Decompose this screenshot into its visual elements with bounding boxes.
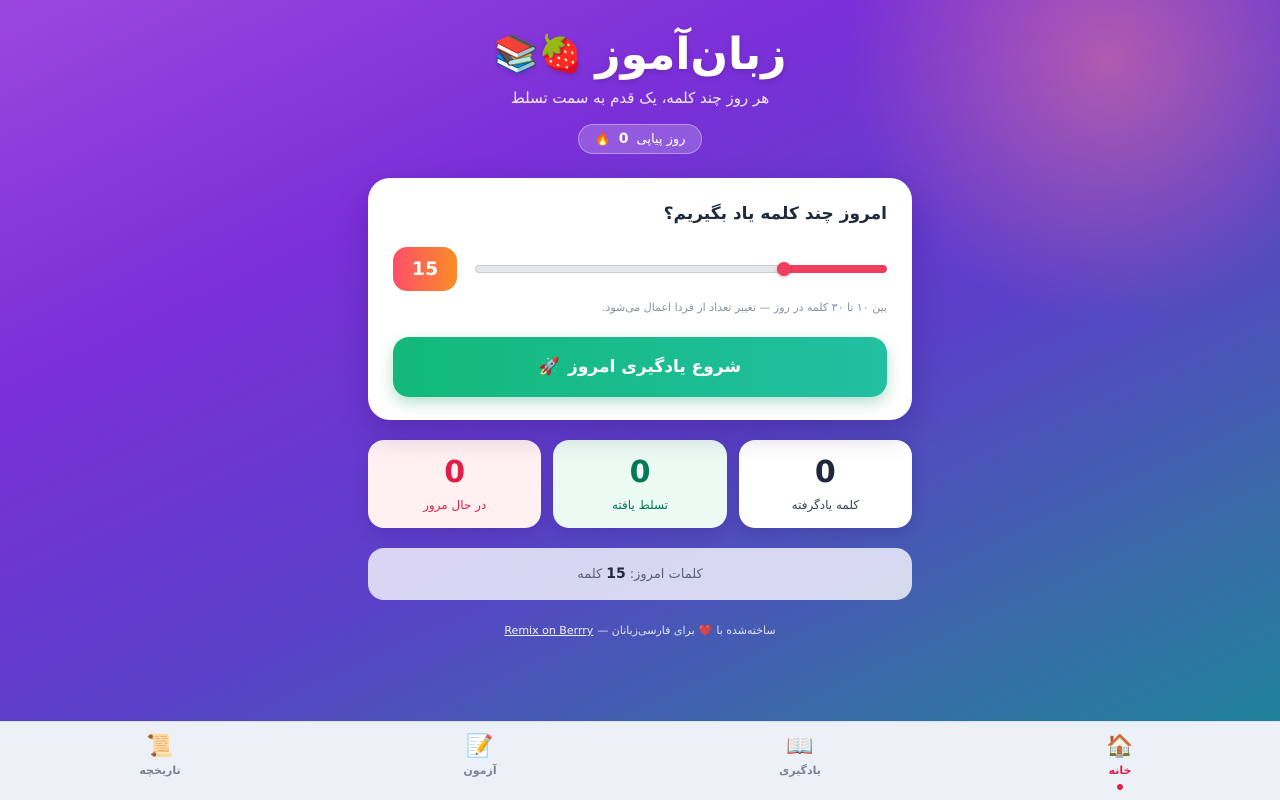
nav-item-learn[interactable]: 📖 یادگیری bbox=[640, 722, 960, 800]
start-learning-label: شروع یادگیری امروز bbox=[568, 357, 742, 377]
word-count-badge: 15 bbox=[393, 247, 457, 291]
remix-link[interactable]: Remix on Berrry bbox=[504, 624, 593, 637]
stat-label: در حال مرور bbox=[423, 498, 487, 512]
stat-value: 0 bbox=[444, 455, 466, 490]
footer: ساخته‌شده با ❤️ برای فارسی‌زبانان — Remi… bbox=[504, 624, 775, 637]
start-learning-button[interactable]: شروع یادگیری امروز 🚀 bbox=[393, 337, 887, 397]
app-title: زبان‌آموز 🍓📚 bbox=[494, 28, 787, 82]
footer-text-after: برای فارسی‌زبانان — bbox=[597, 624, 695, 637]
streak-count: 0 bbox=[618, 131, 629, 147]
word-count-row: 15 bbox=[393, 247, 887, 291]
streak-label: روز پیاپی bbox=[636, 131, 686, 147]
nav-item-history[interactable]: 📜 تاریخچه bbox=[0, 722, 320, 800]
nav-label: آزمون bbox=[463, 764, 497, 777]
today-words-prefix: کلمات امروز: bbox=[629, 566, 703, 582]
stats-row: 0 کلمه یادگرفته 0 تسلط یافته 0 در حال مر… bbox=[368, 440, 912, 528]
daily-goal-question: امروز چند کلمه یاد بگیریم؟ bbox=[663, 204, 887, 224]
nav-label: یادگیری bbox=[779, 764, 821, 777]
footer-text-before: ساخته‌شده با bbox=[716, 624, 776, 637]
active-indicator-dot bbox=[1117, 784, 1123, 790]
fire-icon: 🔥 bbox=[594, 131, 611, 147]
stat-label: تسلط یافته bbox=[612, 498, 669, 512]
nav-item-home[interactable]: 🏠 خانه bbox=[960, 722, 1280, 800]
stat-mastered: 0 تسلط یافته bbox=[553, 440, 727, 528]
memo-icon: 📝 bbox=[466, 734, 494, 759]
stat-reviewing: 0 در حال مرور bbox=[368, 440, 542, 528]
app-subtitle: هر روز چند کلمه، یک قدم به سمت تسلط bbox=[510, 89, 770, 107]
scroll-icon: 📜 bbox=[146, 734, 174, 759]
home-page: زبان‌آموز 🍓📚 هر روز چند کلمه، یک قدم به … bbox=[0, 0, 1280, 721]
daily-goal-card: امروز چند کلمه یاد بگیریم؟ 15 بین ۱۰ تا … bbox=[368, 178, 912, 420]
rocket-icon: 🚀 bbox=[538, 357, 561, 377]
open-book-icon: 📖 bbox=[786, 734, 814, 759]
today-words-suffix: کلمه bbox=[577, 566, 603, 582]
streak-badge: روز پیاپی 0 🔥 bbox=[577, 124, 703, 154]
slider-fill bbox=[782, 265, 887, 273]
stat-value: 0 bbox=[629, 455, 651, 490]
strawberry-books-icon: 🍓📚 bbox=[493, 34, 584, 75]
stat-value: 0 bbox=[814, 455, 836, 490]
heart-icon: ❤️ bbox=[698, 624, 713, 637]
app-title-text: زبان‌آموز bbox=[595, 29, 787, 80]
nav-label: تاریخچه bbox=[139, 764, 181, 777]
stat-label: کلمه یادگرفته bbox=[791, 498, 860, 512]
today-words-summary: کلمات امروز: 15 کلمه bbox=[368, 548, 912, 600]
stat-learned-words: 0 کلمه یادگرفته bbox=[738, 440, 912, 528]
bottom-navigation: 🏠 خانه 📖 یادگیری 📝 آزمون 📜 تاریخچه bbox=[0, 721, 1280, 800]
nav-item-quiz[interactable]: 📝 آزمون bbox=[320, 722, 640, 800]
word-count-slider[interactable] bbox=[475, 262, 887, 276]
nav-label: خانه bbox=[1108, 764, 1132, 777]
slider-thumb[interactable] bbox=[776, 262, 791, 276]
today-words-count: 15 bbox=[606, 566, 626, 582]
house-icon: 🏠 bbox=[1106, 734, 1134, 759]
word-count-hint: بین ۱۰ تا ۳۰ کلمه در روز — تغییر تعداد ا… bbox=[601, 301, 887, 314]
